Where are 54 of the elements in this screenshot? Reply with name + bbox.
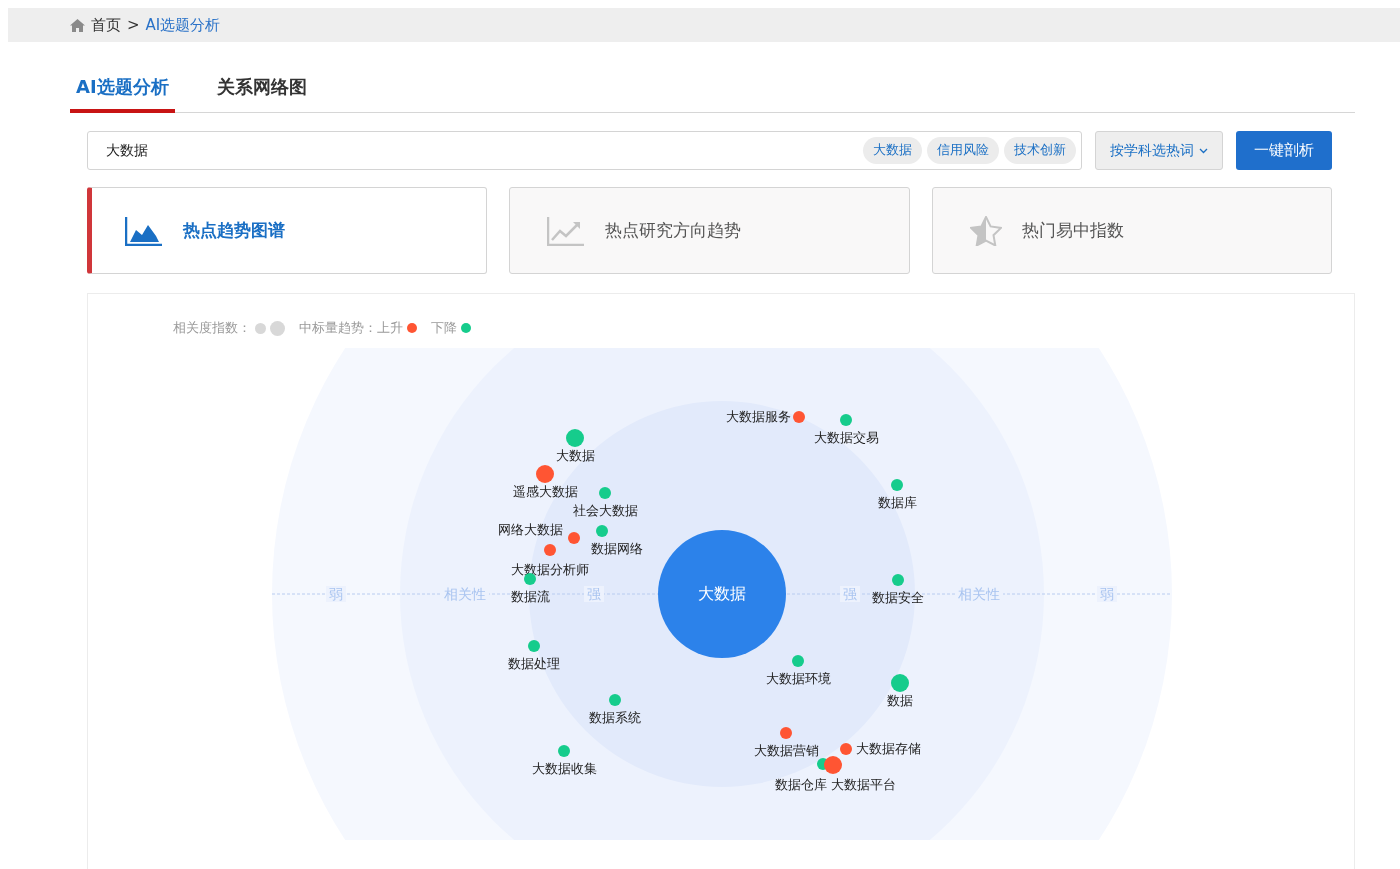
chevron-down-icon [1199, 147, 1208, 154]
node-label: 数据系统 [589, 710, 641, 725]
card-label: 热门易中指数 [1021, 219, 1124, 242]
analysis-card[interactable]: 热点研究方向趋势 [509, 187, 910, 274]
legend-label: 下降 [431, 319, 457, 337]
node-label: 数据库 [877, 495, 917, 510]
breadcrumb-separator: > [127, 16, 140, 34]
tab[interactable]: AI选题分析 [70, 75, 175, 113]
analyze-button[interactable]: 一键剖析 [1236, 131, 1332, 170]
axis-label: 相关性 [444, 586, 486, 602]
node-label: 社会大数据 [572, 503, 638, 518]
tab[interactable]: 关系网络图 [210, 75, 313, 113]
node-label: 大数据平台 [830, 777, 896, 792]
node-label: 大数据 [555, 448, 595, 463]
star-icon [969, 215, 1002, 246]
card-label: 热点研究方向趋势 [605, 219, 742, 242]
legend-dot [461, 323, 471, 333]
axis-label: 弱 [1100, 586, 1114, 602]
breadcrumb-current: AI选题分析 [145, 15, 221, 35]
node-label: 网络大数据 [498, 522, 563, 537]
area-chart-icon [125, 215, 163, 246]
node-label: 大数据存储 [856, 741, 921, 756]
node-label: 大数据交易 [813, 430, 879, 445]
axis-label: 强 [843, 586, 857, 602]
node-label: 大数据收集 [531, 761, 597, 776]
keyword-tag[interactable]: 大数据 [863, 137, 922, 164]
node-label: 大数据服务 [726, 409, 791, 424]
analysis-card[interactable]: 热门易中指数 [931, 187, 1332, 274]
node-label: 大数据营销 [753, 743, 819, 758]
line-chart-icon [547, 215, 586, 246]
home-icon [70, 18, 85, 32]
keyword-tag[interactable]: 技术创新 [1004, 137, 1076, 164]
large-dot-icon [270, 320, 285, 336]
node-label: 遥感大数据 [512, 484, 578, 499]
node-label: 数据安全 [872, 590, 924, 605]
analysis-card[interactable]: 热点趋势图谱 [87, 187, 488, 274]
subject-dropdown[interactable]: 按学科选热词 [1095, 131, 1223, 170]
axis-label: 弱 [329, 586, 343, 602]
axis-label: 强 [587, 586, 601, 602]
legend-label: 中标量趋势：上升 [299, 319, 403, 337]
node-label: 数据 [887, 693, 913, 708]
legend-label: 相关度指数： [173, 319, 251, 337]
node-label: 数据网络 [591, 541, 643, 556]
node-label: 数据处理 [508, 656, 560, 671]
node-label: 大数据环境 [765, 671, 831, 686]
card-label: 热点趋势图谱 [183, 219, 285, 242]
keyword-tag[interactable]: 信用风险 [927, 137, 999, 164]
axis-label: 相关性 [958, 586, 1000, 602]
legend-dot [407, 323, 417, 333]
breadcrumb-link[interactable]: 首页 [91, 15, 121, 35]
node-label: 数据流 [510, 589, 550, 604]
center-label: 大数据 [698, 584, 746, 603]
node-label: 数据仓库 [775, 777, 827, 792]
small-dot-icon [255, 322, 266, 334]
